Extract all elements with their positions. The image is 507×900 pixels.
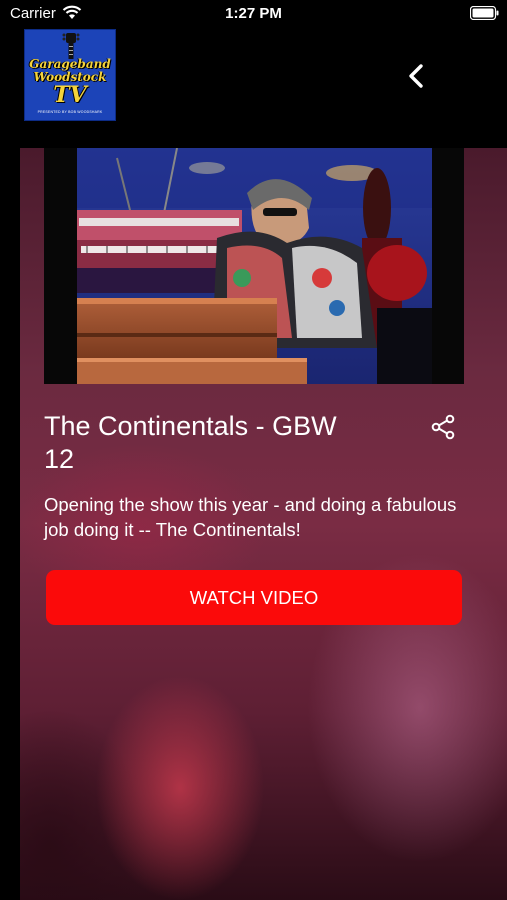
watch-video-button[interactable]: WATCH VIDEO: [46, 570, 462, 625]
battery-icon: [470, 6, 499, 20]
status-time: 1:27 PM: [225, 5, 282, 22]
share-icon[interactable]: [430, 414, 456, 440]
logo-text-line1: Garageband: [29, 57, 111, 71]
video-description: Opening the show this year - and doing a…: [44, 494, 457, 540]
logo-subtitle: PRESENTED BY BOB WOODSHARK: [37, 110, 103, 114]
app-logo[interactable]: Garageband Woodstock TV PRESENTED BY BOB…: [24, 29, 116, 121]
header: Garageband Woodstock TV PRESENTED BY BOB…: [0, 28, 507, 122]
back-button[interactable]: [400, 56, 434, 96]
guitar-icon: [62, 33, 80, 59]
video-title: The Continentals - GBW 12: [44, 411, 337, 474]
status-bar: Carrier 1:27 PM: [0, 0, 507, 28]
video-detail-panel: The Continentals - GBW 12 Opening the sh…: [20, 148, 507, 900]
video-thumbnail[interactable]: [44, 148, 464, 384]
chevron-left-icon: [409, 64, 423, 88]
logo-text-tv: TV: [53, 82, 87, 108]
concert-scene-image: [77, 148, 432, 384]
